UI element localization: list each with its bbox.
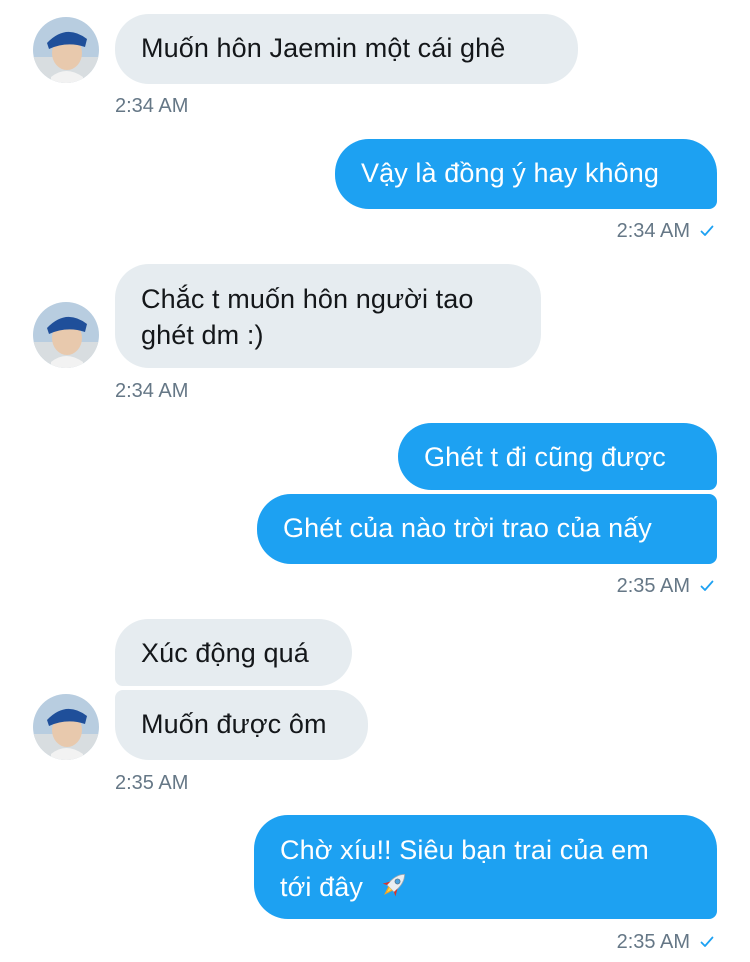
- avatar[interactable]: [33, 694, 99, 760]
- avatar[interactable]: [33, 302, 99, 368]
- message-text-line-with-emoji: tới đây: [280, 868, 691, 905]
- timestamp: 2:34 AM: [115, 380, 189, 402]
- check-icon: [700, 936, 714, 947]
- outgoing-message[interactable]: Ghét t đi cũng được: [398, 423, 717, 490]
- avatar[interactable]: [33, 17, 99, 83]
- timestamp: 2:34 AM: [616, 220, 690, 242]
- message-text-line: tới đây: [280, 872, 363, 902]
- message-text: Vậy là đồng ý hay không: [361, 158, 660, 188]
- message-text: Ghét t đi cũng được: [424, 442, 666, 472]
- incoming-message[interactable]: Muốn hôn Jaemin một cái ghê: [115, 14, 578, 84]
- timestamp: 2:35 AM: [115, 772, 189, 794]
- incoming-message[interactable]: Xúc động quá: [115, 619, 352, 686]
- message-text-line: Chắc t muốn hôn người tao: [141, 284, 474, 314]
- message-text: Xúc động quá: [141, 638, 309, 668]
- message-text: Ghét của nào trời trao của nấy: [283, 513, 652, 543]
- outgoing-message[interactable]: Vậy là đồng ý hay không: [335, 139, 717, 209]
- timestamp: 2:35 AM: [616, 575, 690, 597]
- incoming-message[interactable]: Muốn được ôm: [115, 690, 368, 760]
- message-text-line: Chờ xíu!! Siêu bạn trai của em: [280, 835, 649, 865]
- message-text-line: ghét dm :): [141, 320, 264, 350]
- check-icon: [700, 580, 714, 591]
- message-text: Muốn hôn Jaemin một cái ghê: [141, 33, 506, 63]
- outgoing-message[interactable]: Chờ xíu!! Siêu bạn trai của em tới đây: [254, 815, 717, 919]
- timestamp-with-read-receipt: 2:34 AM: [617, 220, 714, 243]
- rocket-icon: [382, 873, 405, 897]
- message-text: Muốn được ôm: [141, 709, 327, 739]
- timestamp-with-read-receipt: 2:35 AM: [617, 575, 714, 598]
- outgoing-message[interactable]: Ghét của nào trời trao của nấy: [257, 494, 717, 564]
- incoming-message[interactable]: Chắc t muốn hôn người tao ghét dm :): [115, 264, 541, 368]
- timestamp: 2:34 AM: [115, 95, 189, 117]
- timestamp: 2:35 AM: [616, 931, 690, 953]
- check-icon: [700, 225, 714, 236]
- avatar-photo: [33, 302, 99, 368]
- timestamp-with-read-receipt: 2:35 AM: [617, 931, 714, 954]
- avatar-photo: [33, 17, 99, 83]
- avatar-photo: [33, 694, 99, 760]
